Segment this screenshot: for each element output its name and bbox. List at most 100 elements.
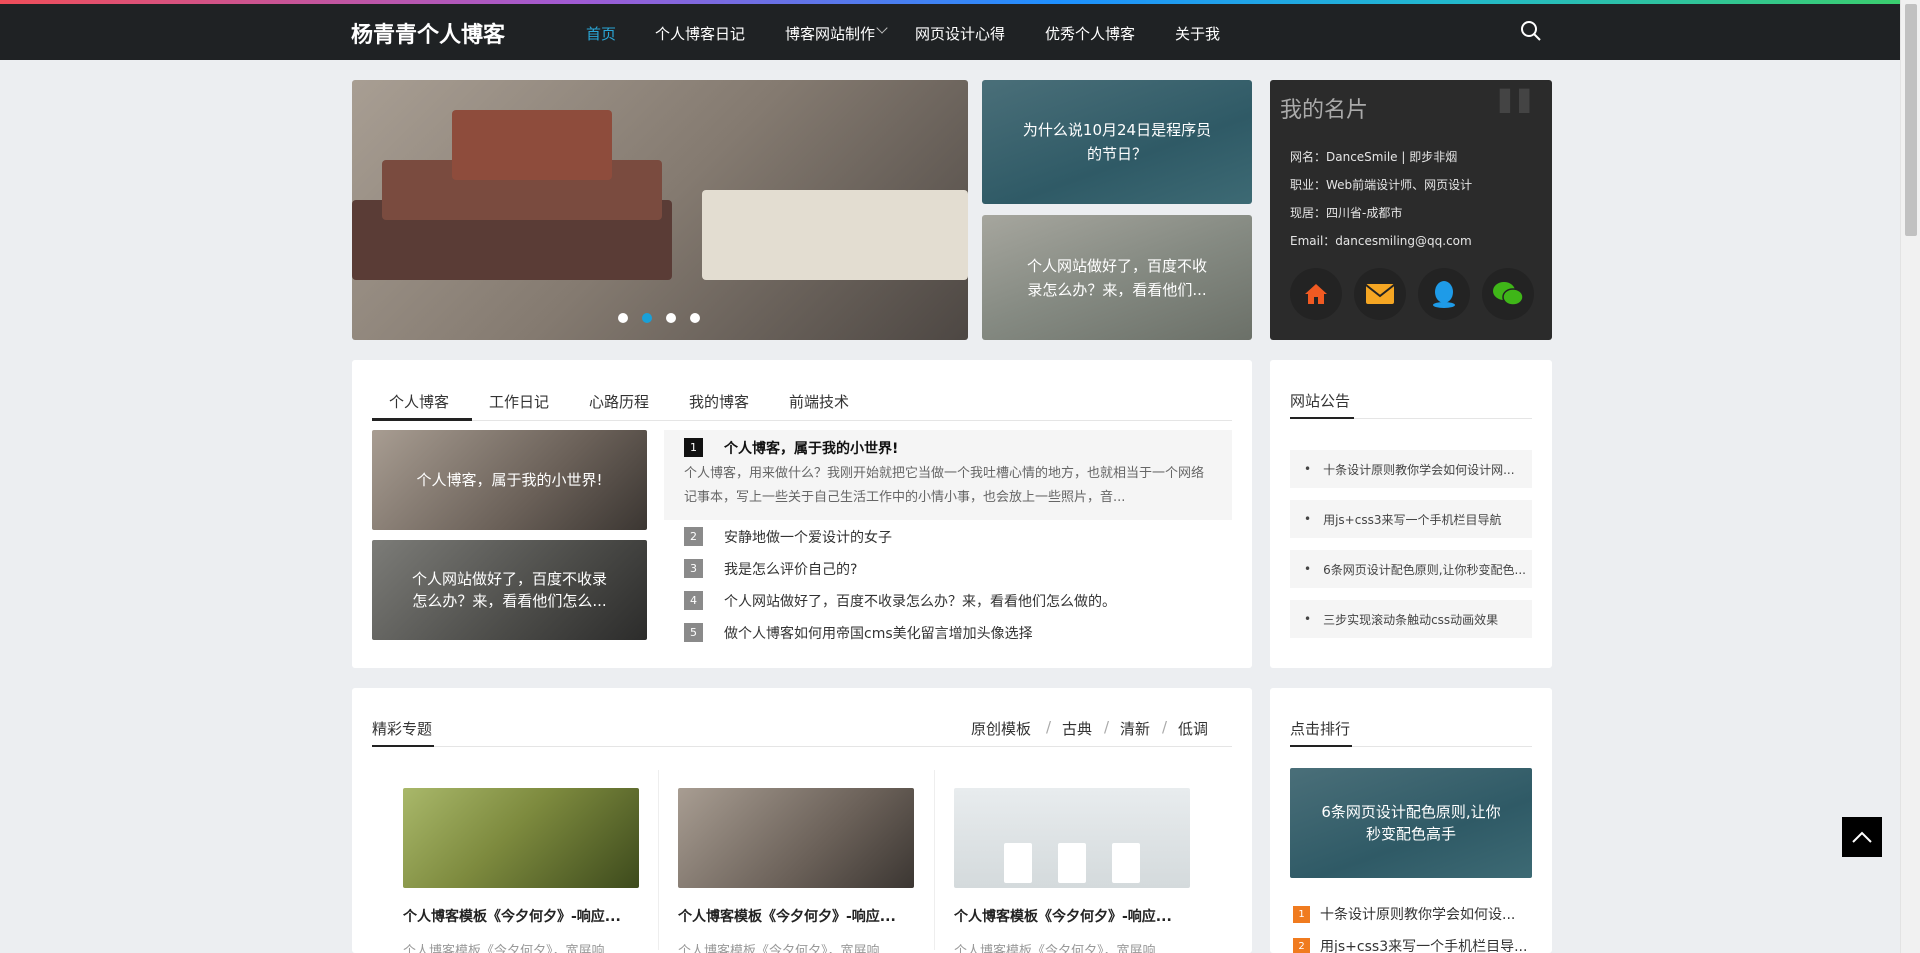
list-item[interactable]: 我是怎么评价自己的? [724,559,857,579]
rank-number: 4 [684,591,703,610]
divider [372,746,1232,747]
banner-dot[interactable] [666,313,676,323]
rank-number: 1 [1293,906,1310,923]
nav-site-making[interactable]: 博客网站制作 [785,23,875,44]
list-item[interactable]: 个人网站做好了，百度不收录怎么办？来，看看他们怎么做的。 [724,591,1116,611]
rank-number: 2 [684,527,703,546]
ranking-panel: 点击排行 6条网页设计配色原则,让你秒变配色高手 1 十条设计原则教你学会如何设… [1270,688,1552,953]
notice-item[interactable]: 用js+css3来写一个手机栏目导航 [1290,500,1532,538]
search-icon[interactable] [1520,20,1542,42]
tab-frontend[interactable]: 前端技术 [789,391,849,412]
topic-card-excerpt: 个人博客模板《今夕何夕》，宽屏响 [403,944,605,953]
ranking-title: 点击排行 [1290,720,1351,738]
topic-card-title[interactable]: 个人博客模板《今夕何夕》-响应... [678,906,914,926]
nav-about[interactable]: 关于我 [1175,23,1220,44]
topic-card-image[interactable] [954,788,1190,888]
section-underline [1290,417,1354,419]
plant-pot [1058,843,1086,883]
site-logo[interactable]: 杨青青个人博客 [351,17,505,49]
side-article-card[interactable]: 为什么说10月24日是程序员的节日？ [982,80,1252,204]
ranking-featured-title: 6条网页设计配色原则,让你秒变配色高手 [1321,803,1501,843]
active-tab-indicator [372,418,472,421]
notice-item[interactable]: 6条网页设计配色原则,让你秒变配色... [1290,550,1532,588]
filter-separator: / [1162,718,1168,736]
book-image [452,110,612,180]
ranking-item[interactable]: 十条设计原则教你学会如何设... [1320,904,1515,924]
quote-icon: " [1491,70,1538,176]
featured-title[interactable]: 个人博客，属于我的小世界! [724,438,898,458]
banner-dot-active[interactable] [642,313,652,323]
banner-dot[interactable] [618,313,628,323]
thumb-title: 个人博客，属于我的小世界! [416,471,603,489]
topic-card-title[interactable]: 个人博客模板《今夕何夕》-响应... [403,906,639,926]
chevron-up-icon [1852,831,1872,843]
page-scrollbar[interactable] [1900,0,1920,953]
rank-number: 5 [684,623,703,642]
topic-card-title[interactable]: 个人博客模板《今夕何夕》-响应... [954,906,1190,926]
article-tabs: 个人博客 工作日记 心路历程 我的博客 前端技术 [372,386,1232,421]
tab-my-blog[interactable]: 我的博客 [689,391,749,412]
rank-number: 2 [1293,938,1310,953]
tab-personal-blog[interactable]: 个人博客 [389,391,449,412]
notice-panel: 网站公告 十条设计原则教你学会如何设计网... 用js+css3来写一个手机栏目… [1270,360,1552,668]
plant-pot [1112,843,1140,883]
nav-home[interactable]: 首页 [586,23,616,44]
ranking-featured-image[interactable]: 6条网页设计配色原则,让你秒变配色高手 [1290,768,1532,878]
topic-card-image[interactable] [403,788,639,888]
profile-nickname: 网名：DanceSmile | 即步非烟 [1290,150,1458,164]
filter-separator: / [1046,718,1052,736]
filter-fresh[interactable]: 清新 [1120,718,1150,739]
topic-card-excerpt: 个人博客模板《今夕何夕》，宽屏响 [954,944,1156,953]
banner-dot[interactable] [690,313,700,323]
tab-work-diary[interactable]: 工作日记 [489,391,549,412]
top-navbar: 杨青青个人博客 首页 个人博客日记 博客网站制作 网页设计心得 优秀个人博客 关… [0,4,1900,60]
nav-design-notes[interactable]: 网页设计心得 [915,23,1005,44]
featured-article[interactable]: 1 个人博客，属于我的小世界! 个人博客，用来做什么？我刚开始就把它当做一个我吐… [664,430,1232,520]
profile-job: 职业：Web前端设计师、网页设计 [1290,178,1473,192]
chevron-down-icon[interactable] [876,22,888,34]
profile-email: Email：dancesmiling@qq.com [1290,234,1472,248]
back-to-top-button[interactable] [1842,817,1882,857]
banner-dots [618,313,700,323]
tab-mind-journey[interactable]: 心路历程 [589,391,649,412]
filter-lowkey[interactable]: 低调 [1178,718,1208,739]
side-card-title: 为什么说10月24日是程序员的节日？ [1022,121,1212,163]
side-card-title: 个人网站做好了，百度不收录怎么办？来，看看他们... [1026,256,1207,299]
filter-classic[interactable]: 古典 [1062,718,1092,739]
column-divider [934,770,935,950]
notice-item[interactable]: 三步实现滚动条触动css动画效果 [1290,600,1532,638]
nav-excellent-blogs[interactable]: 优秀个人博客 [1045,23,1135,44]
profile-title: 我的名片 [1280,98,1369,123]
list-item[interactable]: 做个人博客如何用帝国cms美化留言增加头像选择 [724,623,1033,643]
column-divider [658,770,659,950]
rank-number: 1 [684,438,703,457]
profile-card: " 我的名片 网名：DanceSmile | 即步非烟 职业：Web前端设计师、… [1270,70,1552,340]
list-item[interactable]: 安静地做一个爱设计的女子 [724,527,892,547]
article-thumb[interactable]: 个人网站做好了，百度不收录怎么办？来，看看他们怎么... [372,540,647,640]
rank-number: 3 [684,559,703,578]
filter-separator: / [1104,718,1110,736]
wechat-icon[interactable] [1482,268,1534,320]
section-underline [1290,745,1352,747]
notebook-image [702,190,968,280]
profile-location: 现居：四川省-成都市 [1290,206,1403,220]
nav-diary[interactable]: 个人博客日记 [655,23,745,44]
article-thumb[interactable]: 个人博客，属于我的小世界! [372,430,647,530]
qq-icon[interactable] [1418,268,1470,320]
topic-card-image[interactable] [678,788,914,888]
filter-original[interactable]: 原创模板 [971,718,1031,739]
topics-panel: 精彩专题 原创模板 / 古典 / 清新 / 低调 个人博客模板《今夕何夕》-响应… [352,688,1252,953]
home-icon[interactable] [1290,268,1342,320]
mail-icon[interactable] [1354,268,1406,320]
scrollbar-thumb[interactable] [1905,4,1917,236]
topic-card-excerpt: 个人博客模板《今夕何夕》，宽屏响 [678,944,880,953]
ranking-item[interactable]: 用js+css3来写一个手机栏目导... [1320,936,1527,953]
notice-item[interactable]: 十条设计原则教你学会如何设计网... [1290,450,1532,488]
article-tabs-panel: 个人博客 工作日记 心路历程 我的博客 前端技术 个人博客，属于我的小世界! 个… [352,360,1252,668]
section-underline [372,745,434,747]
topics-title: 精彩专题 [372,720,433,738]
plant-pot [1004,843,1032,883]
hero-banner[interactable] [352,80,968,340]
thumb-title: 个人网站做好了，百度不收录怎么办？来，看看他们怎么... [412,570,608,610]
side-article-card[interactable]: 个人网站做好了，百度不收录怎么办？来，看看他们... [982,215,1252,340]
